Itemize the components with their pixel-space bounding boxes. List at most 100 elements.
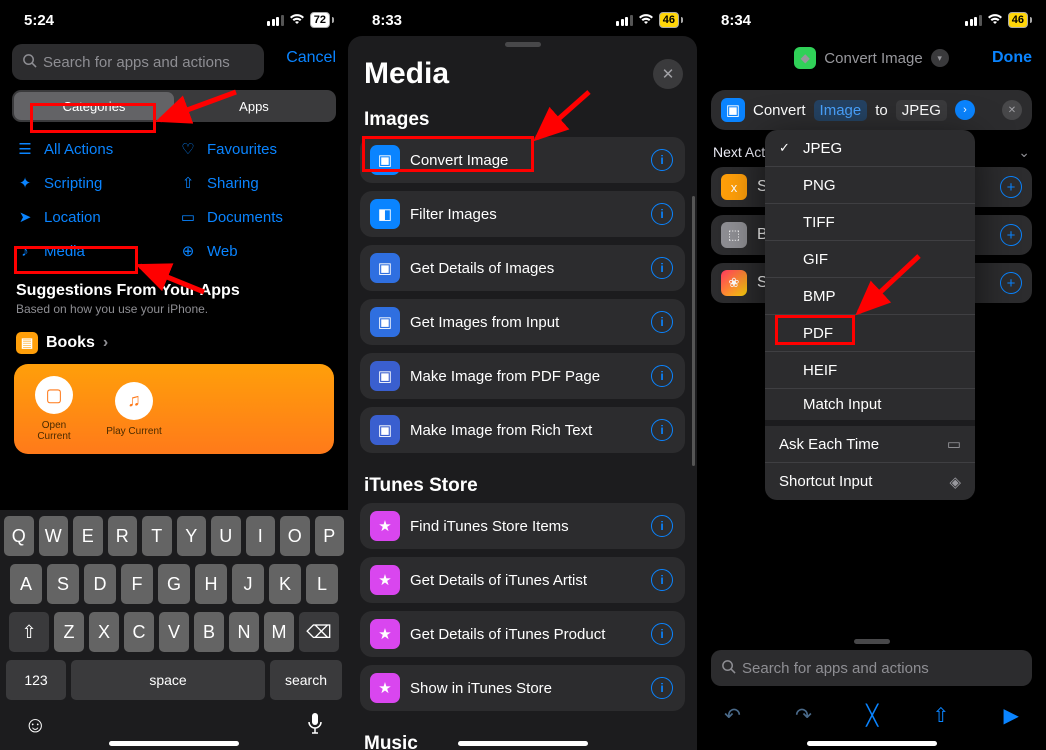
scroll-thumb[interactable]: [692, 196, 695, 466]
close-button[interactable]: ✕: [653, 59, 683, 89]
cat-all-actions[interactable]: ☰All Actions: [16, 132, 169, 166]
format-bmp[interactable]: BMP: [765, 278, 975, 315]
add-icon[interactable]: +: [1000, 176, 1022, 198]
convert-action-block[interactable]: ▣ Convert Image to JPEG › ✕: [711, 90, 1032, 130]
sheet-grabber[interactable]: [505, 42, 541, 47]
seg-apps[interactable]: Apps: [174, 92, 334, 120]
key-h[interactable]: H: [195, 564, 227, 604]
add-icon[interactable]: +: [1000, 272, 1022, 294]
key-e[interactable]: E: [73, 516, 103, 556]
action-get-details[interactable]: ▣ Get Details of Images i: [360, 245, 685, 291]
action-images-from-input[interactable]: ▣ Get Images from Input i: [360, 299, 685, 345]
key-k[interactable]: K: [269, 564, 301, 604]
key-123[interactable]: 123: [6, 660, 66, 700]
sheet-grabber[interactable]: [854, 639, 890, 644]
info-icon[interactable]: i: [651, 515, 673, 537]
key-y[interactable]: Y: [177, 516, 207, 556]
key-v[interactable]: V: [159, 612, 189, 652]
play-button[interactable]: ▶: [1003, 703, 1018, 728]
segmented-control[interactable]: Categories Apps: [12, 90, 336, 122]
action-make-from-pdf[interactable]: ▣ Make Image from PDF Page i: [360, 353, 685, 399]
info-icon[interactable]: i: [651, 419, 673, 441]
format-gif[interactable]: GIF: [765, 241, 975, 278]
books-open-current[interactable]: ▢ Open Current: [14, 364, 94, 454]
info-icon[interactable]: i: [651, 623, 673, 645]
key-z[interactable]: Z: [54, 612, 84, 652]
image-token[interactable]: Image: [814, 100, 868, 121]
key-u[interactable]: U: [211, 516, 241, 556]
done-button[interactable]: Done: [992, 49, 1032, 67]
key-search[interactable]: search: [270, 660, 342, 700]
cat-sharing[interactable]: ⇧Sharing: [179, 166, 332, 200]
action-make-from-richtext[interactable]: ▣ Make Image from Rich Text i: [360, 407, 685, 453]
format-pdf[interactable]: PDF: [765, 315, 975, 352]
key-n[interactable]: N: [229, 612, 259, 652]
key-j[interactable]: J: [232, 564, 264, 604]
info-icon[interactable]: i: [651, 311, 673, 333]
key-t[interactable]: T: [142, 516, 172, 556]
expand-icon[interactable]: ›: [955, 100, 975, 120]
shortcut-input[interactable]: Shortcut Input◈: [765, 463, 975, 500]
chevron-down-icon[interactable]: ▾: [931, 49, 949, 67]
search-input[interactable]: Search for apps and actions: [12, 44, 264, 80]
cancel-button[interactable]: Cancel: [286, 49, 336, 67]
action-filter-images[interactable]: ◧ Filter Images i: [360, 191, 685, 237]
key-q[interactable]: Q: [4, 516, 34, 556]
info-icon[interactable]: i: [651, 149, 673, 171]
key-b[interactable]: B: [194, 612, 224, 652]
action-convert-image[interactable]: ▣ Convert Image i: [360, 137, 685, 183]
close-icon[interactable]: ✕: [1002, 100, 1022, 120]
key-f[interactable]: F: [121, 564, 153, 604]
action-show-itunes[interactable]: ★ Show in iTunes Store i: [360, 665, 685, 711]
key-o[interactable]: O: [280, 516, 310, 556]
key-p[interactable]: P: [315, 516, 345, 556]
key-a[interactable]: A: [10, 564, 42, 604]
mic-button[interactable]: [306, 712, 324, 740]
books-header[interactable]: ▤ Books ›: [0, 318, 348, 364]
add-icon[interactable]: +: [1000, 224, 1022, 246]
key-x[interactable]: X: [89, 612, 119, 652]
key-g[interactable]: G: [158, 564, 190, 604]
key-d[interactable]: D: [84, 564, 116, 604]
nav-title[interactable]: Convert Image: [824, 50, 922, 67]
key-s[interactable]: S: [47, 564, 79, 604]
cat-web[interactable]: ⊕Web: [179, 234, 332, 268]
shift-key[interactable]: ⇧: [9, 612, 49, 652]
key-m[interactable]: M: [264, 612, 294, 652]
key-space[interactable]: space: [71, 660, 265, 700]
action-itunes-product[interactable]: ★ Get Details of iTunes Product i: [360, 611, 685, 657]
redo-button[interactable]: ↷: [795, 703, 812, 728]
home-indicator[interactable]: [109, 741, 239, 746]
format-png[interactable]: PNG: [765, 167, 975, 204]
key-i[interactable]: I: [246, 516, 276, 556]
undo-button[interactable]: ↶: [724, 703, 741, 728]
info-icon[interactable]: i: [651, 677, 673, 699]
action-itunes-artist[interactable]: ★ Get Details of iTunes Artist i: [360, 557, 685, 603]
home-indicator[interactable]: [458, 741, 588, 746]
backspace-key[interactable]: ⌫: [299, 612, 339, 652]
format-tiff[interactable]: TIFF: [765, 204, 975, 241]
format-jpeg[interactable]: ✓JPEG: [765, 130, 975, 167]
info-icon[interactable]: i: [651, 257, 673, 279]
key-r[interactable]: R: [108, 516, 138, 556]
share-button[interactable]: ⇧: [932, 703, 949, 728]
ask-each-time[interactable]: Ask Each Time▭: [765, 426, 975, 463]
info-icon[interactable]: i: [651, 365, 673, 387]
key-w[interactable]: W: [39, 516, 69, 556]
key-c[interactable]: C: [124, 612, 154, 652]
chevron-down-icon[interactable]: ⌄: [1018, 144, 1030, 161]
info-icon[interactable]: i: [651, 203, 673, 225]
cat-documents[interactable]: ▭Documents: [179, 200, 332, 234]
seg-categories[interactable]: Categories: [14, 92, 174, 120]
close-button[interactable]: ╳: [866, 703, 878, 728]
info-icon[interactable]: i: [651, 569, 673, 591]
emoji-button[interactable]: ☺: [24, 712, 46, 740]
format-token[interactable]: JPEG: [896, 100, 947, 121]
format-heif[interactable]: HEIF: [765, 352, 975, 389]
action-find-itunes[interactable]: ★ Find iTunes Store Items i: [360, 503, 685, 549]
cat-location[interactable]: ➤Location: [16, 200, 169, 234]
key-l[interactable]: L: [306, 564, 338, 604]
search-input[interactable]: Search for apps and actions: [711, 650, 1032, 686]
cat-media[interactable]: ♪Media: [16, 234, 169, 268]
home-indicator[interactable]: [807, 741, 937, 746]
